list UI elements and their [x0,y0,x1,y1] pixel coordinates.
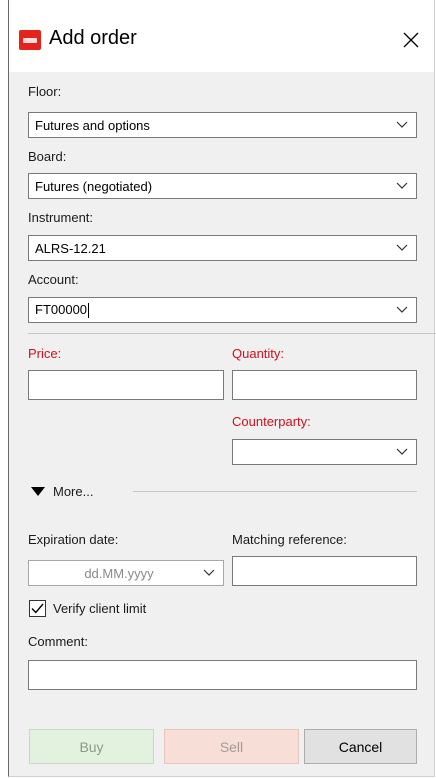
checkmark-icon [31,603,44,614]
buy-button[interactable]: Buy [29,729,154,764]
matching-reference-input[interactable] [232,556,417,586]
instrument-value: ALRS-12.21 [35,240,106,256]
chevron-down-icon [388,113,416,137]
verify-client-limit-checkbox[interactable] [29,600,46,617]
close-icon [403,32,419,48]
counterparty-select[interactable] [232,439,417,465]
price-input[interactable] [28,370,224,400]
floor-label: Floor: [28,84,62,99]
more-divider [133,491,417,492]
account-value: FT00000 [35,301,88,317]
quantity-label: Quantity: [232,346,285,361]
text-caret [88,303,90,319]
chevron-down-icon [388,440,416,464]
verify-client-limit-label: Verify client limit [53,601,147,616]
chevron-down-icon [388,174,416,198]
chevron-down-icon [388,298,416,322]
instrument-select[interactable]: ALRS-12.21 [28,235,417,261]
sell-button[interactable]: Sell [164,729,299,764]
price-label: Price: [28,346,62,361]
matching-reference-label: Matching reference: [232,532,347,547]
board-label: Board: [28,149,67,164]
floor-value: Futures and options [35,117,150,133]
triangle-down-icon [31,484,45,499]
instrument-label: Instrument: [28,210,94,225]
add-order-dialog: Add order Floor: Futures and options Boa… [8,0,436,777]
chevron-down-icon [388,236,416,260]
expiration-date-label: Expiration date: [28,532,119,547]
divider [28,333,436,334]
account-combo[interactable]: FT00000 [28,297,417,323]
dialog-title: Add order [49,27,137,49]
more-label: More... [53,484,94,499]
comment-input[interactable] [28,660,417,690]
title-bar: Add order [9,0,434,72]
expiration-date-placeholder: dd.MM.yyyy [84,565,154,581]
account-label: Account: [28,272,79,287]
quantity-input[interactable] [232,370,417,400]
expiration-date-picker[interactable]: dd.MM.yyyy [28,560,224,586]
account-value-wrap: FT00000 [35,301,388,319]
chevron-down-icon [195,561,223,585]
floor-select[interactable]: Futures and options [28,112,417,138]
app-logo-icon [19,30,41,50]
counterparty-label: Counterparty: [232,414,311,429]
cancel-button[interactable]: Cancel [304,729,417,764]
board-select[interactable]: Futures (negotiated) [28,173,417,199]
comment-label: Comment: [28,634,88,649]
board-value: Futures (negotiated) [35,178,153,194]
more-toggle[interactable]: More... [31,484,93,499]
close-button[interactable] [388,18,434,62]
